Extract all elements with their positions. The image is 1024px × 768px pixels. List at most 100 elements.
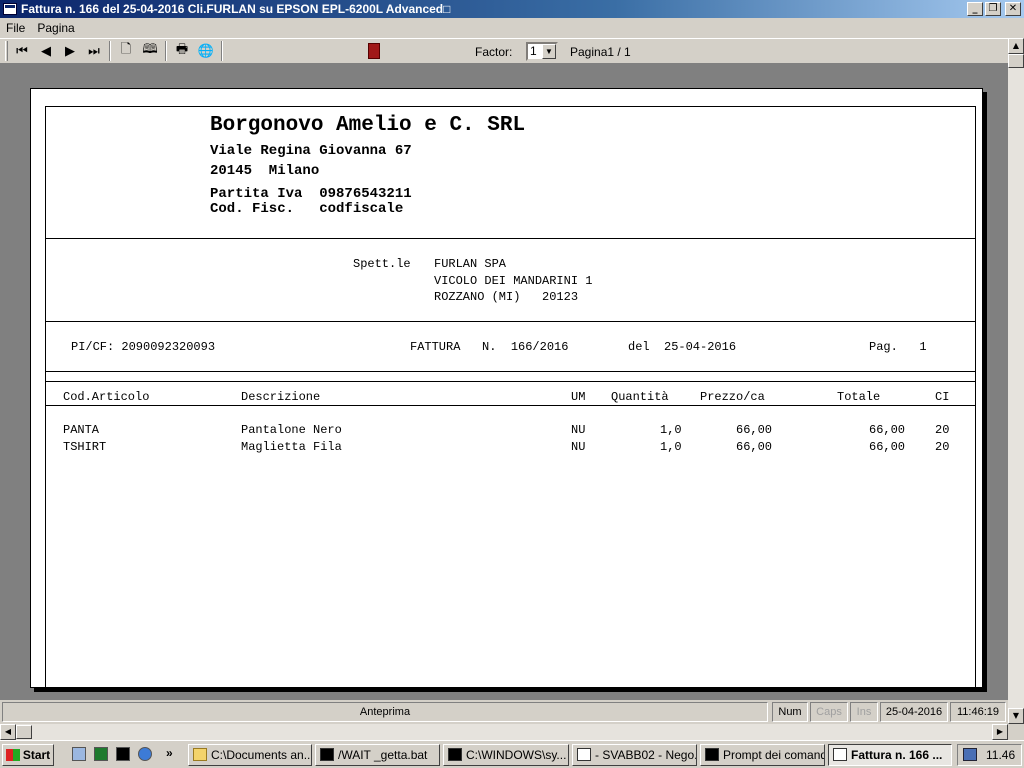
row-ci: 20	[935, 440, 950, 454]
status-time: 11:46:19	[950, 702, 1006, 722]
row-um: NU	[571, 440, 586, 454]
task-label: Prompt dei comandi	[723, 748, 825, 762]
row-code: TSHIRT	[63, 440, 107, 454]
task-label: /WAIT _getta.bat	[338, 748, 428, 762]
window-title: Fattura n. 166 del 25-04-2016 Cli.FURLAN…	[21, 2, 451, 16]
quicklaunch-excel-icon[interactable]	[94, 747, 108, 761]
page-number: Pag. 1	[869, 340, 927, 354]
status-caps: Caps	[810, 702, 848, 722]
col-header-um: UM	[571, 390, 586, 404]
status-num: Num	[772, 702, 808, 722]
hscroll-thumb[interactable]	[16, 725, 32, 739]
row-description: Maglietta Fila	[241, 440, 342, 454]
window-icon	[577, 748, 591, 761]
factor-select[interactable]: 1 ▼	[526, 42, 558, 61]
chevron-down-icon[interactable]: ▼	[542, 44, 556, 59]
company-name: Borgonovo Amelio e C. SRL	[210, 114, 526, 137]
quicklaunch-cmd-icon[interactable]	[116, 747, 130, 761]
vertical-scrollbar[interactable]: ▲ ▼	[1008, 38, 1024, 724]
system-tray: 11.46	[957, 744, 1022, 766]
row-code: PANTA	[63, 423, 100, 437]
last-page-icon[interactable]: ⏭	[82, 40, 106, 62]
scroll-down-icon[interactable]: ▼	[1008, 708, 1024, 724]
invoice-number: FATTURA N. 166/2016	[410, 340, 569, 354]
task-label: Fattura n. 166 ...	[851, 748, 943, 762]
start-label: Start	[22, 748, 51, 762]
client-vat: PI/CF: 2090092320093	[71, 340, 216, 354]
clock[interactable]: 11.46	[986, 745, 1015, 765]
col-header-total: Totale	[837, 390, 881, 404]
row-price: 66,00	[736, 440, 773, 454]
status-bar: Anteprima Num Caps Ins 25-04-2016 11:46:…	[0, 700, 1008, 724]
company-city: 20145 Milano	[210, 163, 320, 179]
task-getta-bat[interactable]: /WAIT _getta.bat	[315, 744, 440, 766]
row-total: 66,00	[869, 440, 906, 454]
preview-area[interactable]: Borgonovo Amelio e C. SRL Viale Regina G…	[0, 64, 1008, 700]
scroll-thumb[interactable]	[1008, 54, 1024, 68]
row-quantity: 1,0	[660, 440, 682, 454]
client-name: FURLAN SPA	[434, 257, 507, 271]
toolbar-separator	[109, 41, 111, 61]
close-button[interactable]: ✕	[1005, 2, 1021, 16]
company-vat: Partita Iva 09876543211	[210, 186, 412, 202]
menu-pagina[interactable]: Pagina	[31, 21, 80, 35]
scroll-left-icon[interactable]: ◀	[0, 724, 16, 740]
menu-file[interactable]: File	[0, 21, 31, 35]
col-header-quantity: Quantità	[611, 390, 669, 404]
invoice-document: Borgonovo Amelio e C. SRL Viale Regina G…	[45, 106, 976, 689]
task-label: C:\Documents an...	[211, 748, 312, 762]
row-price: 66,00	[736, 423, 773, 437]
task-windows-sys[interactable]: C:\WINDOWS\sy...	[443, 744, 569, 766]
cmd-icon	[448, 748, 462, 761]
row-ci: 20	[935, 423, 950, 437]
task-svabb02[interactable]: - SVABB02 - Nego...	[572, 744, 697, 766]
quicklaunch-ie-icon[interactable]	[138, 747, 152, 761]
task-label: - SVABB02 - Nego...	[595, 748, 697, 762]
app-icon[interactable]	[3, 3, 17, 15]
scroll-right-icon[interactable]: ▶	[992, 724, 1008, 740]
status-date: 25-04-2016	[880, 702, 948, 722]
client-address: VICOLO DEI MANDARINI 1	[434, 274, 593, 288]
two-pages-icon[interactable]: 🕮	[138, 40, 162, 62]
start-button[interactable]: Start	[2, 744, 54, 766]
task-fattura[interactable]: Fattura n. 166 ...	[828, 744, 952, 766]
single-page-icon[interactable]: 🗋	[114, 40, 138, 62]
quicklaunch-desktop-icon[interactable]	[72, 747, 86, 761]
menu-bar: File Pagina	[0, 18, 1024, 38]
divider	[46, 381, 975, 382]
restore-button[interactable]: ❐	[985, 2, 1001, 16]
invoice-date: del 25-04-2016	[628, 340, 737, 354]
page-indicator: Pagina1 / 1	[570, 45, 631, 59]
windows-logo-icon	[5, 749, 20, 761]
row-description: Pantalone Nero	[241, 423, 342, 437]
quicklaunch-more-icon[interactable]: »	[166, 746, 173, 760]
scroll-up-icon[interactable]: ▲	[1008, 38, 1024, 54]
cmd-icon	[705, 748, 719, 761]
exit-door-icon[interactable]	[368, 43, 380, 59]
first-page-icon[interactable]: ⏮	[10, 40, 34, 62]
taskbar: Start » C:\Documents an... /WAIT _getta.…	[0, 740, 1024, 768]
task-documents[interactable]: C:\Documents an...	[188, 744, 312, 766]
task-prompt[interactable]: Prompt dei comandi	[700, 744, 825, 766]
export-icon[interactable]: 🌐	[194, 40, 218, 62]
factor-value: 1	[530, 44, 537, 58]
print-icon[interactable]: 🖶	[170, 40, 194, 62]
row-um: NU	[571, 423, 586, 437]
window-icon	[833, 748, 847, 761]
toolbar-separator	[165, 41, 167, 61]
company-tax-code: Cod. Fisc. codfiscale	[210, 201, 404, 217]
next-page-icon[interactable]: ▶	[58, 40, 82, 62]
divider	[46, 321, 975, 322]
folder-icon	[193, 748, 207, 761]
minimize-button[interactable]: _	[967, 2, 983, 16]
client-city: ROZZANO (MI) 20123	[434, 290, 579, 304]
title-bar[interactable]: Fattura n. 166 del 25-04-2016 Cli.FURLAN…	[0, 0, 1024, 18]
horizontal-scrollbar[interactable]: ◀ ▶	[0, 724, 1008, 740]
prev-page-icon[interactable]: ◀	[34, 40, 58, 62]
network-icon[interactable]	[963, 748, 977, 761]
toolbar-grip[interactable]	[5, 41, 8, 61]
toolbar: ⏮ ◀ ▶ ⏭ 🗋 🕮 🖶 🌐 Factor: 1 ▼ Pagina1 / 1	[0, 38, 1008, 64]
company-address: Viale Regina Giovanna 67	[210, 143, 412, 159]
divider	[46, 238, 975, 239]
col-header-price: Prezzo/ca	[700, 390, 765, 404]
